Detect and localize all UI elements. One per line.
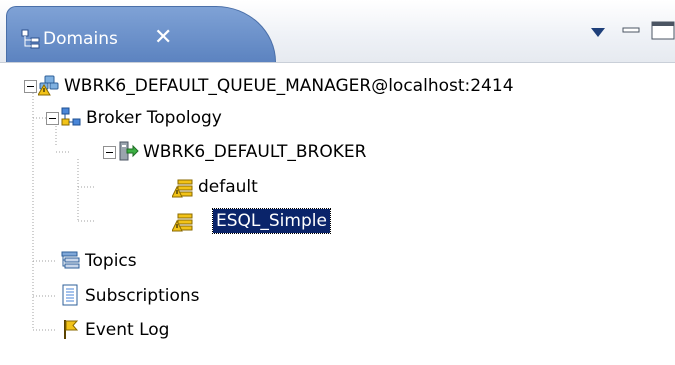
- tree-label[interactable]: Subscriptions: [85, 284, 199, 308]
- subscriptions-icon: [62, 284, 78, 306]
- collapse-icon[interactable]: [46, 112, 59, 125]
- tree-node-broker-topology: Broker Topology: [0, 104, 675, 132]
- tree-node-execution-group: default: [0, 173, 675, 201]
- tree-label[interactable]: Broker Topology: [86, 106, 222, 130]
- tree-label[interactable]: WBRK6_DEFAULT_BROKER: [143, 140, 366, 164]
- tree-label-selected[interactable]: ESQL_Simple: [212, 208, 331, 234]
- minimize-icon[interactable]: [621, 20, 641, 40]
- close-icon[interactable]: ✕: [154, 25, 172, 51]
- collapse-icon[interactable]: [24, 80, 37, 93]
- topics-icon: [61, 251, 80, 269]
- view-menu-icon[interactable]: [590, 26, 606, 38]
- collapse-icon[interactable]: [103, 146, 116, 159]
- tree-node-execution-group: ESQL_Simple: [0, 207, 675, 235]
- tree-node-topics: Topics: [0, 247, 675, 275]
- tree-label[interactable]: default: [198, 175, 258, 199]
- tree-label[interactable]: Event Log: [85, 318, 169, 342]
- tree-node-event-log: Event Log: [0, 316, 675, 344]
- view-title-bar: Domains ✕: [0, 0, 675, 63]
- broker-topology-icon: [61, 107, 81, 126]
- tree-node-queue-manager: WBRK6_DEFAULT_QUEUE_MANAGER@localhost:24…: [0, 72, 675, 100]
- tree-node-subscriptions: Subscriptions: [0, 282, 675, 310]
- queue-manager-warning-icon: [38, 75, 59, 96]
- domains-tree: WBRK6_DEFAULT_QUEUE_MANAGER@localhost:24…: [0, 62, 675, 365]
- tree-label[interactable]: WBRK6_DEFAULT_QUEUE_MANAGER@localhost:24…: [64, 74, 514, 98]
- tab-label: Domains: [43, 29, 118, 49]
- maximize-icon[interactable]: [650, 20, 675, 40]
- event-log-flag-icon: [64, 320, 79, 339]
- broker-icon: [119, 141, 139, 161]
- execution-group-warning-icon: [172, 179, 193, 198]
- tree-node-broker: WBRK6_DEFAULT_BROKER: [0, 138, 675, 166]
- tree-label[interactable]: Topics: [85, 249, 137, 273]
- execution-group-warning-icon: [172, 213, 193, 232]
- domains-view-icon: [21, 29, 40, 49]
- tab-domains[interactable]: Domains ✕: [6, 6, 276, 62]
